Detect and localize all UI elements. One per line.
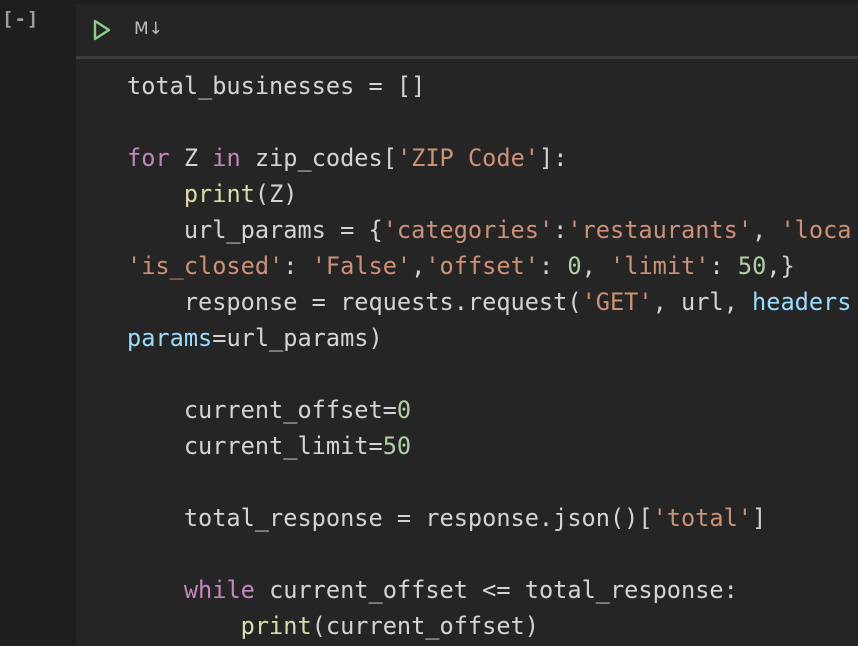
- cell-toolbar: M↓: [76, 4, 858, 56]
- code-token: params: [127, 324, 213, 352]
- code-token: 'total': [652, 504, 753, 532]
- code-line: current_limit=50: [127, 428, 411, 464]
- code-token: 'restaurants': [567, 216, 753, 244]
- play-icon: [93, 19, 111, 41]
- code-token: while: [183, 576, 255, 604]
- code-token: 0: [567, 252, 582, 280]
- code-token: for: [127, 144, 170, 172]
- code-line: for Z in zip_codes['ZIP Code']:: [127, 140, 567, 176]
- code-token: ,}: [766, 252, 795, 280]
- code-token: current_offset <= total_response:: [254, 576, 738, 604]
- code-token: total_response = response.json()[: [127, 504, 653, 532]
- code-token: :: [709, 252, 738, 280]
- code-token: 'offset': [425, 252, 539, 280]
- cell-type-indicator[interactable]: M↓: [134, 19, 163, 39]
- code-token: ]: [752, 504, 767, 532]
- code-token: total_businesses = []: [127, 72, 426, 100]
- code-token: ,: [581, 252, 611, 280]
- code-token: ,: [411, 252, 426, 280]
- notebook-cell[interactable]: M↓ total_businesses = [] for Z in zip_cod…: [76, 4, 858, 646]
- code-token: response = requests.request(: [127, 288, 582, 316]
- code-token: (Z): [254, 180, 298, 208]
- code-line: current_offset=0: [127, 392, 411, 428]
- code-token: 50: [382, 432, 412, 460]
- code-token: current_limit=: [127, 432, 383, 460]
- code-token: 'loca: [780, 216, 852, 244]
- code-token: current_offset=: [127, 396, 397, 424]
- code-token: 'categories': [382, 216, 554, 244]
- code-token: =url_params): [212, 324, 383, 352]
- code-token: 'limit': [610, 252, 710, 280]
- code-line: 'is_closed': 'False','offset': 0, 'limit…: [127, 248, 795, 284]
- code-token: headers: [752, 288, 852, 316]
- code-token: ]:: [538, 144, 568, 172]
- code-token: :: [553, 216, 568, 244]
- code-line: url_params = {'categories':'restaurants'…: [127, 212, 852, 248]
- code-line: while current_offset <= total_response:: [127, 572, 738, 608]
- code-token: (current_offset): [311, 612, 539, 640]
- code-token: ,: [752, 216, 781, 244]
- code-token: :: [283, 252, 312, 280]
- code-line: print(Z): [127, 176, 298, 212]
- code-line: params=url_params): [127, 320, 383, 356]
- code-token: in: [212, 144, 241, 172]
- code-token: 50: [737, 252, 767, 280]
- code-editor[interactable]: total_businesses = [] for Z in zip_codes[…: [76, 59, 858, 646]
- notebook-view: [-] M↓ total_businesses = [] for Z in zip…: [0, 0, 858, 646]
- code-line: response = requests.request('GET', url, …: [127, 284, 852, 320]
- code-token: :: [538, 252, 568, 280]
- code-token: zip_codes[: [240, 144, 397, 172]
- execution-count: [-]: [2, 8, 40, 30]
- code-token: url_params = {: [127, 216, 383, 244]
- code-token: print: [240, 612, 312, 640]
- code-token: 'is_closed': [127, 252, 284, 280]
- code-token: 'ZIP Code': [396, 144, 539, 172]
- code-token: Z: [169, 144, 213, 172]
- code-token: 0: [396, 396, 412, 424]
- code-line: total_response = response.json()['total'…: [127, 500, 766, 536]
- run-cell-button[interactable]: [90, 18, 114, 42]
- code-token: print: [183, 180, 255, 208]
- code-token: 'GET': [581, 288, 653, 316]
- code-line: print(current_offset): [127, 608, 539, 644]
- code-token: 'False': [311, 252, 412, 280]
- code-line: total_businesses = []: [127, 68, 425, 104]
- code-token: , url,: [652, 288, 753, 316]
